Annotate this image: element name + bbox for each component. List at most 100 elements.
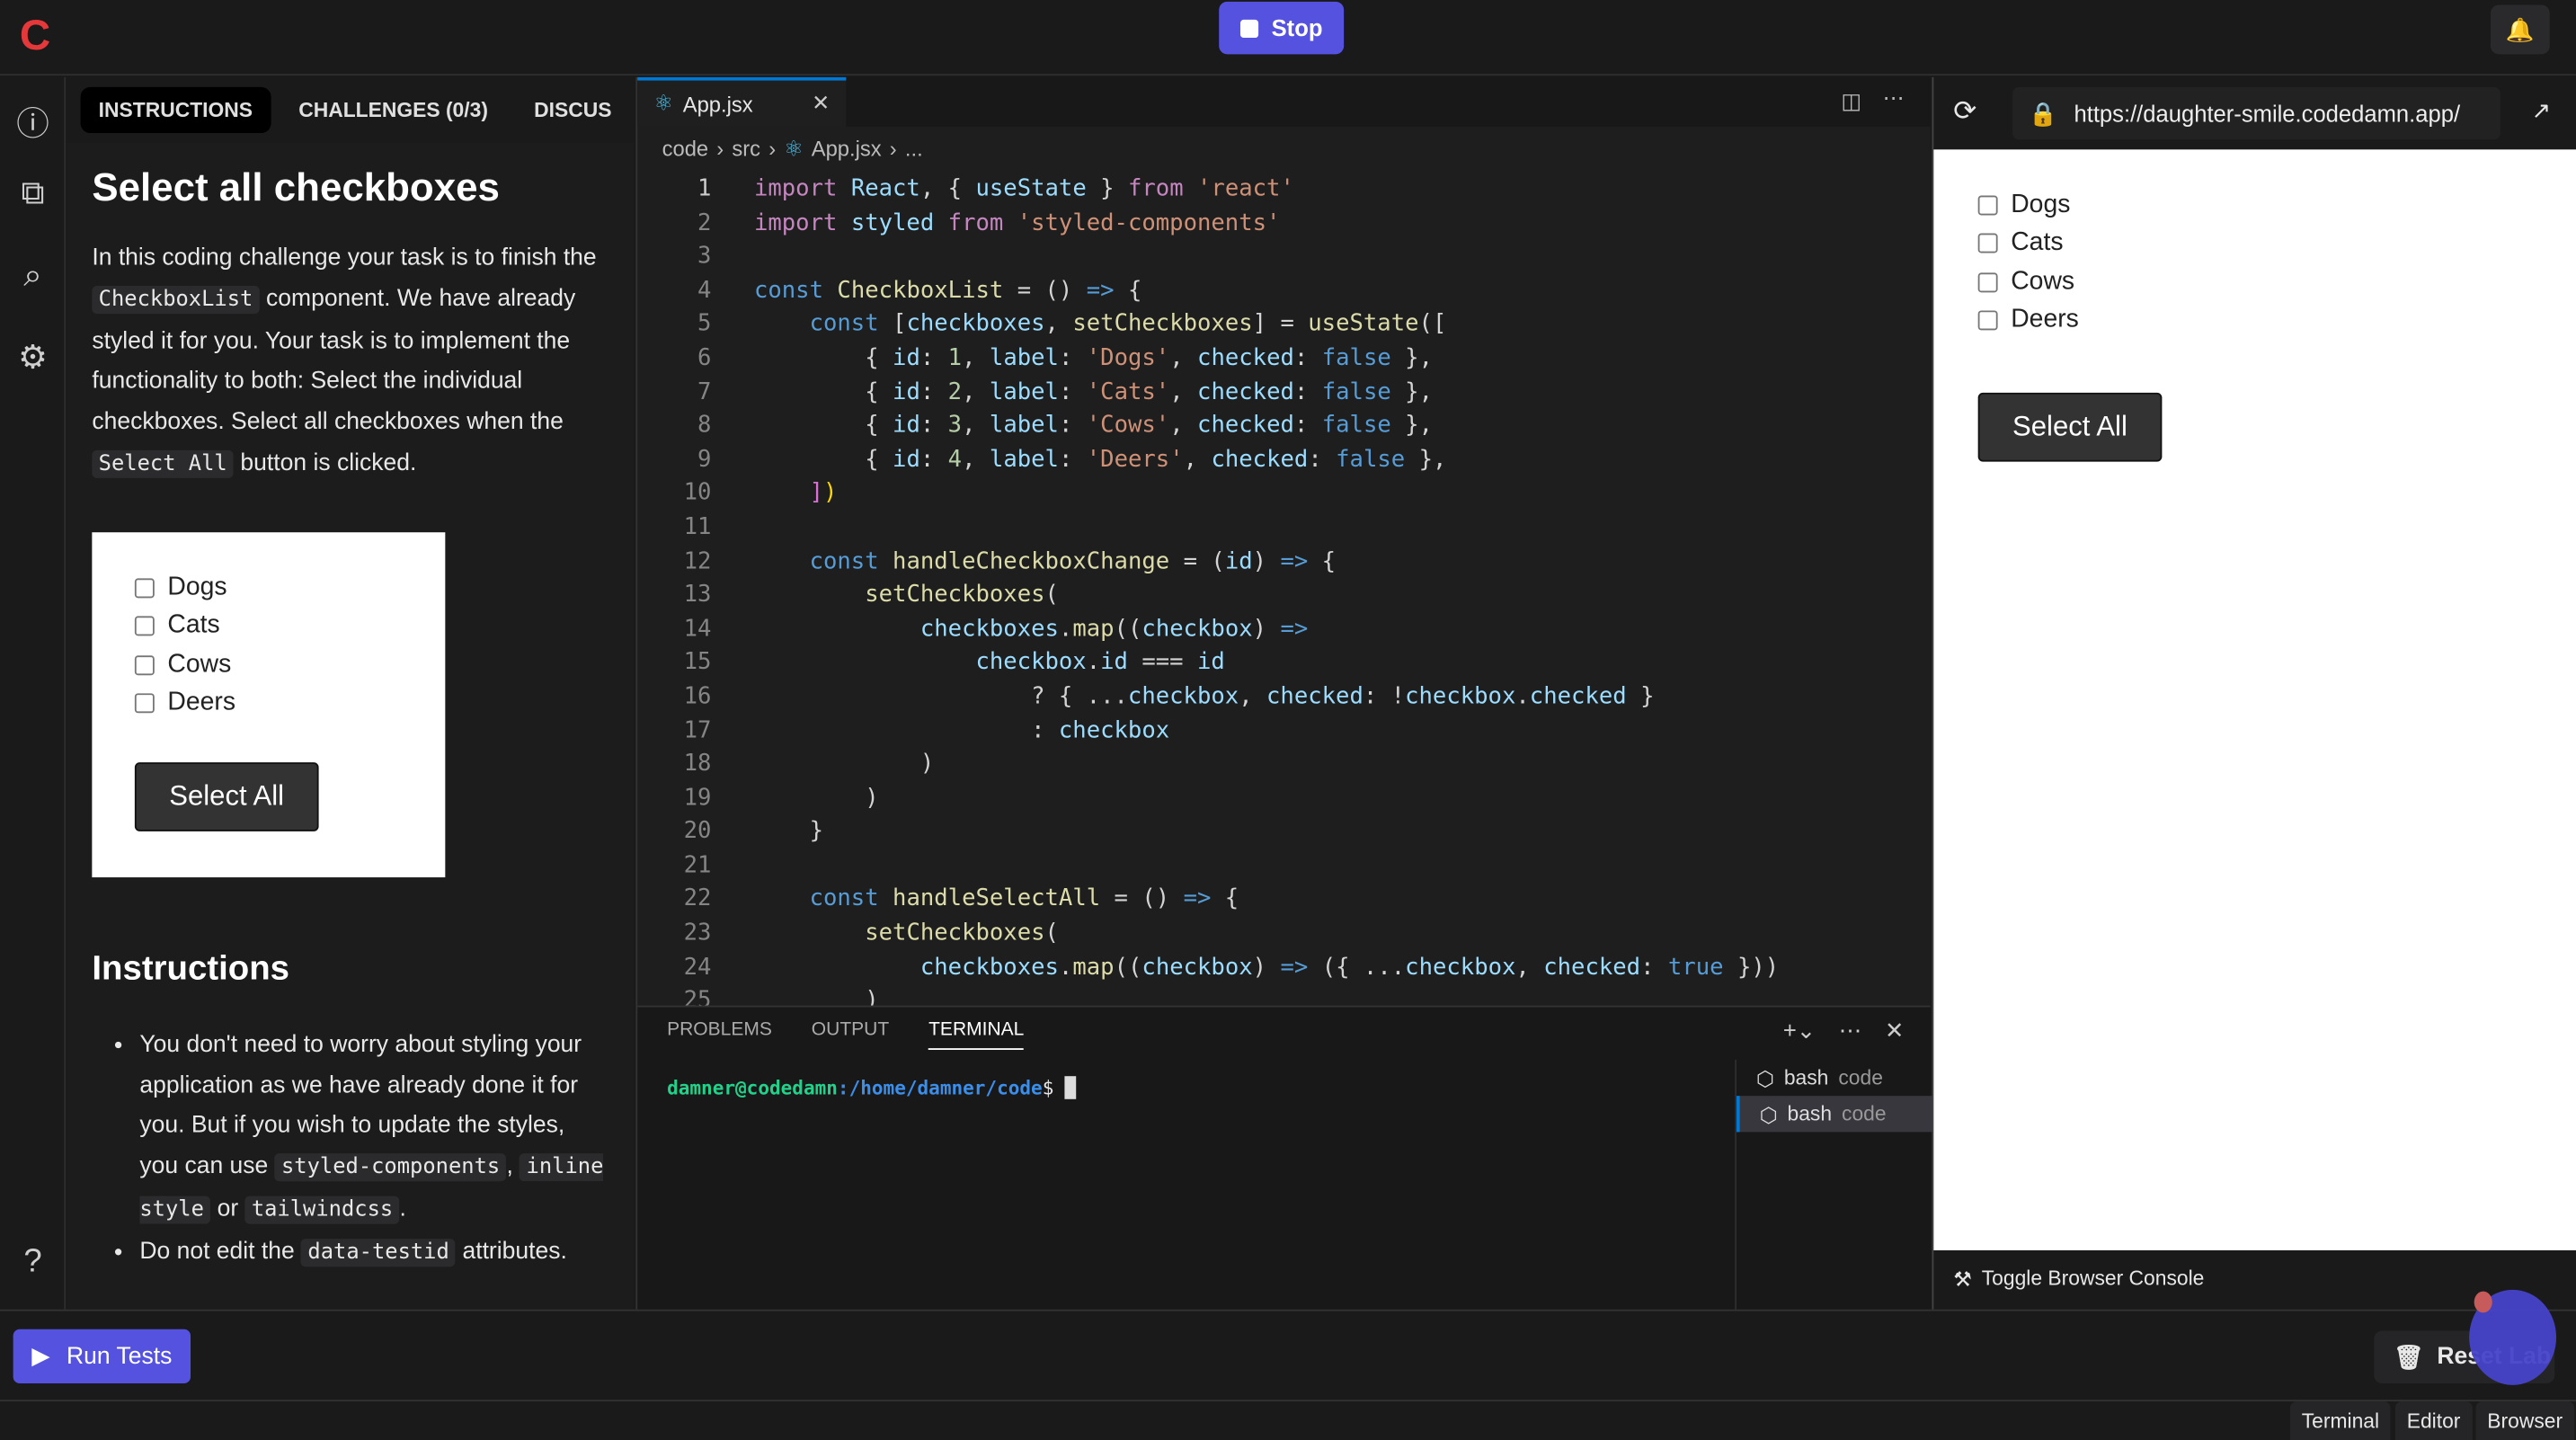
code-line[interactable]: 1 import React, { useState } from 'react' <box>637 173 1930 207</box>
lock-icon: 🔒 <box>2029 99 2058 126</box>
code-token: => <box>1183 886 1212 913</box>
close-icon[interactable]: ✕ <box>812 91 830 117</box>
tab-app-jsx[interactable]: ⚛ App.jsx ✕ <box>637 76 847 127</box>
code-token: checked <box>1197 413 1294 440</box>
tab-discussion[interactable]: DISCUS <box>516 87 630 133</box>
code-line[interactable]: 14 checkboxes.map((checkbox) => <box>637 612 1930 646</box>
code-line[interactable]: 3 <box>637 240 1930 274</box>
toggle-console-button[interactable]: ⚒ Toggle Browser Console <box>1953 1267 2204 1291</box>
code-token: : <box>1058 344 1087 372</box>
code-line[interactable]: 13 setCheckboxes( <box>637 579 1930 613</box>
code-token: => <box>1280 615 1309 643</box>
code-line[interactable]: 12 const handleCheckboxChange = (id) => … <box>637 545 1930 579</box>
code-token: false <box>1321 344 1391 372</box>
toggle-terminal[interactable]: Terminal <box>2289 1401 2391 1440</box>
new-terminal-icon[interactable]: +⌄ <box>1783 1017 1816 1044</box>
code-token: checked <box>1266 683 1364 710</box>
stop-button[interactable]: Stop <box>1219 1 1345 55</box>
code-token: 'Cats' <box>1086 378 1170 405</box>
info-icon[interactable]: ⓘ <box>10 97 56 145</box>
more-icon[interactable]: ⋯ <box>1839 1017 1862 1044</box>
checkbox-deers[interactable]: Deers <box>1977 301 2576 340</box>
code-line[interactable]: 2 import styled from 'styled-components' <box>637 207 1930 241</box>
tab-instructions[interactable]: INSTRUCTIONS <box>80 86 271 134</box>
top-bar: C Stop 🔔 <box>0 0 2576 76</box>
code-token: checkbox <box>1405 954 1516 981</box>
tools-icon: ⚒ <box>1953 1268 1972 1292</box>
code-line[interactable]: 18 ) <box>637 748 1930 782</box>
code-line[interactable]: 20 } <box>637 815 1930 849</box>
run-tests-button[interactable]: ▶ Run Tests <box>13 1329 191 1384</box>
code-token: 1 <box>947 344 963 372</box>
code-token: ) <box>753 785 879 812</box>
code-line[interactable]: 16 ? { ...checkbox, checked: !checkbox.c… <box>637 680 1930 715</box>
code-line[interactable]: 19 ) <box>637 781 1930 815</box>
code-line[interactable]: 9 { id: 4, label: 'Deers', checked: fals… <box>637 443 1930 477</box>
code-token: { <box>1308 547 1337 574</box>
refresh-icon[interactable]: ⟳ <box>1953 95 1976 129</box>
codedamn-logo[interactable]: C <box>20 10 50 61</box>
line-number: 12 <box>683 547 712 574</box>
code-token: map <box>1072 615 1115 643</box>
code-line[interactable]: 11 <box>637 511 1930 545</box>
crumb-more[interactable]: ... <box>905 137 923 163</box>
code-token: ({ ... <box>1308 954 1406 981</box>
toggle-browser[interactable]: Browser <box>2475 1401 2574 1440</box>
tab-problems[interactable]: PROBLEMS <box>667 1020 772 1050</box>
code-line[interactable]: 5 const [checkboxes, setCheckboxes] = us… <box>637 307 1930 342</box>
code-line[interactable]: 17 : checkbox <box>637 714 1930 748</box>
line-number: 2 <box>697 209 712 236</box>
code-area[interactable]: 1 import React, { useState } from 'react'… <box>637 173 1930 1018</box>
code-line[interactable]: 22 const handleSelectAll = () => { <box>637 883 1930 917</box>
close-panel-icon[interactable]: ✕ <box>1885 1017 1904 1044</box>
more-icon[interactable]: ⋯ <box>1883 85 1905 111</box>
bell-icon[interactable]: 🔔 <box>2490 4 2550 55</box>
terminal-item[interactable]: ⬡ bash code <box>1736 1096 1932 1133</box>
code-token: , <box>1044 311 1073 338</box>
code-line[interactable]: 24 checkboxes.map((checkbox) => ({ ...ch… <box>637 951 1930 985</box>
code-token: id <box>1197 649 1225 676</box>
code-token: }, <box>1390 344 1434 372</box>
code-token: : <box>1058 413 1087 440</box>
code-token: { <box>753 378 893 405</box>
code-editor: ⚛ App.jsx ✕ ◫ ⋯ code › src › ⚛ App.jsx ›... 1 imp… <box>635 76 1931 1014</box>
split-editor-icon[interactable]: ◫ <box>1841 89 1861 115</box>
checkbox-cats[interactable]: Cats <box>1977 224 2576 262</box>
url-bar[interactable]: 🔒 https://daughter-smile.codedamn.app/ <box>2012 86 2500 140</box>
terminal-item[interactable]: ⬡ bash code <box>1737 1060 1932 1096</box>
search-icon[interactable]: ⌕ <box>10 258 56 296</box>
code-line[interactable]: 8 { id: 3, label: 'Cows', checked: false… <box>637 409 1930 443</box>
line-number: 21 <box>683 852 712 879</box>
code-line[interactable]: 21 <box>637 849 1930 884</box>
help-icon[interactable]: ? <box>10 1244 56 1282</box>
code-token: map <box>1072 954 1115 981</box>
checkbox-dogs[interactable]: Dogs <box>1977 186 2576 225</box>
url-text: https://daughter-smile.codedamn.app/ <box>2074 100 2461 127</box>
app-page: Dogs Cats Cows Deers Select All <box>1933 149 2576 1250</box>
crumb-code[interactable]: code <box>662 137 709 163</box>
crumb-file[interactable]: App.jsx <box>812 137 882 163</box>
gear-icon[interactable]: ⚙ <box>10 337 56 378</box>
select-all-button[interactable]: Select All <box>1977 392 2163 462</box>
toggle-editor[interactable]: Editor <box>2394 1401 2473 1440</box>
code-token: . <box>1515 683 1530 710</box>
tab-challenges[interactable]: CHALLENGES (0/3) <box>280 87 506 133</box>
code-line[interactable]: 10 ]) <box>637 477 1930 511</box>
code-token: }, <box>1405 446 1447 473</box>
files-icon[interactable]: ⧉ <box>10 176 56 214</box>
code-line[interactable]: 23 setCheckboxes( <box>637 917 1930 951</box>
tab-terminal[interactable]: TERMINAL <box>928 1020 1025 1050</box>
code-token: true <box>1667 954 1724 981</box>
code-line[interactable]: 7 { id: 2, label: 'Cats', checked: false… <box>637 376 1930 410</box>
checkbox-cows[interactable]: Cows <box>1977 262 2576 301</box>
code-token: }, <box>1390 413 1434 440</box>
crumb-src[interactable]: src <box>732 137 760 163</box>
terminal-output[interactable]: damner@codedamn:/home/damner/code$ <box>667 1076 1077 1099</box>
preview-checkbox: Deers <box>134 684 445 723</box>
code-line[interactable]: 15 checkbox.id === id <box>637 646 1930 680</box>
code-line[interactable]: 6 { id: 1, label: 'Dogs', checked: false… <box>637 342 1930 376</box>
tab-output[interactable]: OUTPUT <box>812 1020 889 1050</box>
code-token: { <box>1211 886 1239 913</box>
code-line[interactable]: 4 const CheckboxList = () => { <box>637 274 1930 308</box>
external-link-icon[interactable]: ↗ <box>2532 97 2551 125</box>
